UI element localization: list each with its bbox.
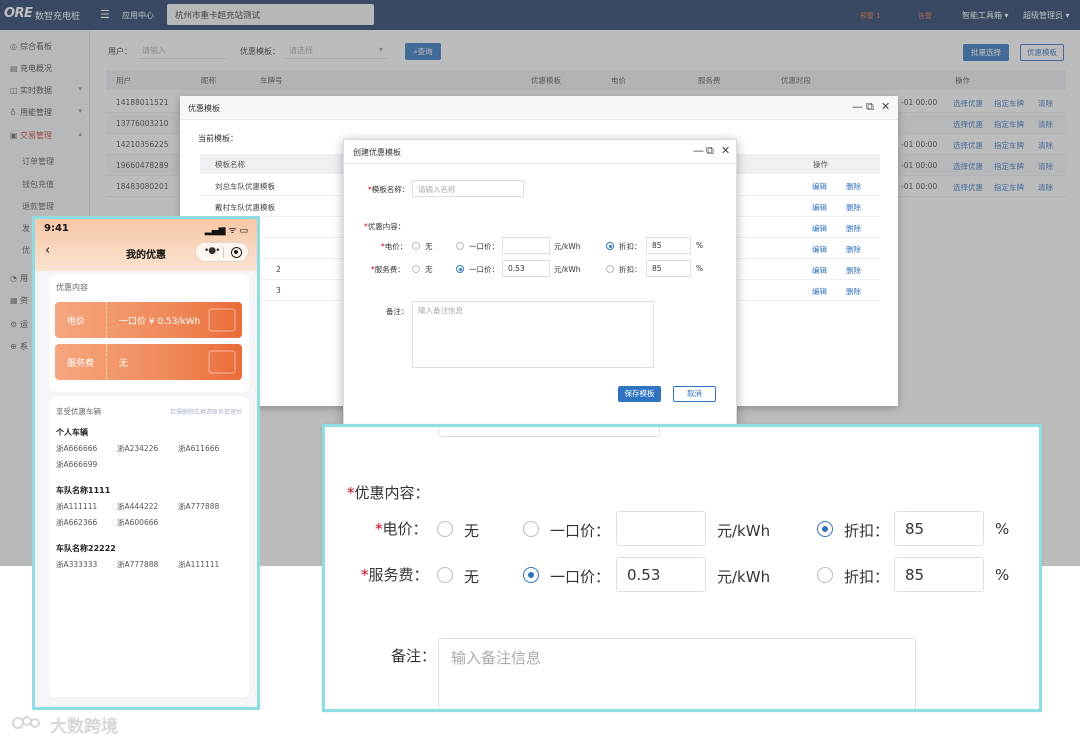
delete-link[interactable]: 删除: [846, 286, 861, 297]
plate-item: 浙A662366: [56, 518, 98, 527]
save-template-button[interactable]: 保存模板: [618, 386, 661, 402]
maximize-icon[interactable]: ⧉: [866, 100, 874, 114]
plate-item: 浙A111111: [178, 560, 220, 569]
plate-item: 浙A666666: [56, 444, 98, 453]
price-label-zoom: *电价：: [375, 520, 428, 538]
service-discount-radio-zoom[interactable]: [817, 567, 833, 583]
plate-item: 浙A444222: [117, 502, 159, 511]
plate-item: 浙A777888: [178, 502, 220, 511]
section-title: 优惠内容: [56, 283, 88, 292]
service-none-radio-zoom[interactable]: [437, 567, 453, 583]
service-fixed-input-zoom[interactable]: 0.53: [616, 557, 706, 592]
watermark-logo-icon: [12, 716, 40, 729]
column-header: 操作: [813, 160, 828, 169]
dialog-header: 优惠模板 — ⧉ ✕: [180, 96, 898, 120]
price-discount-radio[interactable]: [606, 242, 614, 250]
mobile-preview: 9:41 ▂▄▆ ᯤ ▭ ‹ 我的优惠 •●• 优惠内容 电价 一口价 ¥ 0.…: [32, 216, 260, 710]
edit-link[interactable]: 编辑: [812, 265, 827, 276]
coupon-price: 电价 一口价 ¥ 0.53/kWh: [55, 302, 242, 338]
price-none-radio-zoom[interactable]: [437, 521, 453, 537]
discount-content-card: 优惠内容 电价 一口价 ¥ 0.53/kWh 服务费 无: [49, 274, 249, 392]
remark-textarea[interactable]: 输入备注信息: [412, 301, 654, 368]
service-discount-input[interactable]: 85: [646, 260, 691, 277]
plate-item: 浙A777888: [117, 560, 159, 569]
status-time: 9:41: [44, 223, 69, 234]
maximize-icon[interactable]: ⧉: [706, 144, 714, 158]
template-name-input[interactable]: 请输入名称: [412, 180, 524, 197]
coupon-stamp-icon: [208, 350, 236, 374]
price-fixed-radio-zoom[interactable]: [523, 521, 539, 537]
plate-item: 浙A333333: [56, 560, 98, 569]
price-fixed-radio[interactable]: [456, 242, 464, 250]
edit-link[interactable]: 编辑: [812, 286, 827, 297]
minimize-icon[interactable]: —: [693, 144, 704, 157]
service-fixed-input[interactable]: 0.53: [502, 260, 550, 277]
delete-link[interactable]: 删除: [846, 265, 861, 276]
hint-text: 若需删除车辆请联系管理员: [169, 409, 242, 416]
service-discount-radio[interactable]: [606, 265, 614, 273]
mini-program-capsule: •●•: [195, 242, 249, 262]
remark-textarea-zoom[interactable]: 输入备注信息: [438, 638, 916, 709]
remark-label: 备注：: [386, 307, 409, 316]
mobile-header: 9:41 ▂▄▆ ᯤ ▭ ‹ 我的优惠 •●•: [35, 219, 257, 271]
delete-link[interactable]: 删除: [846, 202, 861, 213]
vehicle-group-title: 车队名称1111: [56, 486, 111, 495]
template-name-input-zoom[interactable]: [438, 427, 660, 437]
watermark-text: 大数跨境: [50, 717, 118, 737]
column-header: 模板名称: [215, 160, 245, 169]
service-none-radio[interactable]: [412, 265, 420, 273]
coupon-service: 服务费 无: [55, 344, 242, 380]
edit-link[interactable]: 编辑: [812, 223, 827, 234]
price-none-radio[interactable]: [412, 242, 420, 250]
close-icon[interactable]: ✕: [721, 144, 730, 157]
delete-link[interactable]: 删除: [846, 181, 861, 192]
plate-item: 浙A600666: [117, 518, 159, 527]
discount-content-label: *优惠内容：: [364, 222, 406, 231]
service-fee-label: *服务费：: [371, 265, 405, 274]
status-icons: ▂▄▆ ᯤ ▭: [204, 226, 248, 236]
dialog-title: 创建优惠模板: [353, 148, 401, 157]
plate-item: 浙A234226: [117, 444, 159, 453]
coupon-stamp-icon: [208, 308, 236, 332]
plate-item: 浙A111111: [56, 502, 98, 511]
price-label: *电价：: [381, 242, 408, 251]
edit-link[interactable]: 编辑: [812, 244, 827, 255]
plate-item: 浙A611666: [178, 444, 220, 453]
zoom-callout: *优惠内容： *电价： 无 一口价： 元/kWh 折扣： 85 % *服务费： …: [322, 424, 1042, 712]
dialog-header: 创建优惠模板 — ⧉ ✕: [344, 140, 736, 164]
vehicle-group-title: 车队名称22222: [56, 544, 116, 553]
dialog-title: 优惠模板: [188, 104, 220, 113]
vehicle-group-title: 个人车辆: [56, 428, 88, 437]
close-icon[interactable]: ✕: [881, 100, 890, 113]
edit-link[interactable]: 编辑: [812, 181, 827, 192]
service-fee-label-zoom: *服务费：: [361, 566, 429, 584]
remark-label-zoom: 备注：: [391, 647, 437, 665]
price-fixed-input-zoom[interactable]: [616, 511, 706, 546]
price-discount-input-zoom[interactable]: 85: [894, 511, 984, 546]
price-fixed-input[interactable]: [502, 237, 550, 254]
minimize-icon[interactable]: —: [852, 100, 863, 113]
service-discount-input-zoom[interactable]: 85: [894, 557, 984, 592]
service-fixed-radio[interactable]: [456, 265, 464, 273]
discount-content-label-zoom: *优惠内容：: [347, 484, 430, 502]
service-fixed-radio-zoom[interactable]: [523, 567, 539, 583]
more-icon[interactable]: •●•: [204, 246, 221, 256]
section-title: 享受优惠车辆: [56, 407, 101, 416]
current-template-label: 当前模板：: [198, 134, 238, 143]
cancel-button[interactable]: 取消: [673, 386, 716, 402]
price-discount-radio-zoom[interactable]: [817, 521, 833, 537]
close-target-icon[interactable]: [231, 247, 242, 258]
delete-link[interactable]: 删除: [846, 223, 861, 234]
edit-link[interactable]: 编辑: [812, 202, 827, 213]
vehicles-card: 享受优惠车辆 若需删除车辆请联系管理员 个人车辆 浙A666666 浙A2342…: [49, 397, 249, 697]
create-template-dialog: 创建优惠模板 — ⧉ ✕ *模板名称： 请输入名称 *优惠内容： *电价： 无 …: [343, 139, 737, 427]
price-discount-input[interactable]: 85: [646, 237, 691, 254]
plate-item: 浙A666699: [56, 460, 98, 469]
template-name-label: *模板名称：: [368, 185, 410, 194]
delete-link[interactable]: 删除: [846, 244, 861, 255]
